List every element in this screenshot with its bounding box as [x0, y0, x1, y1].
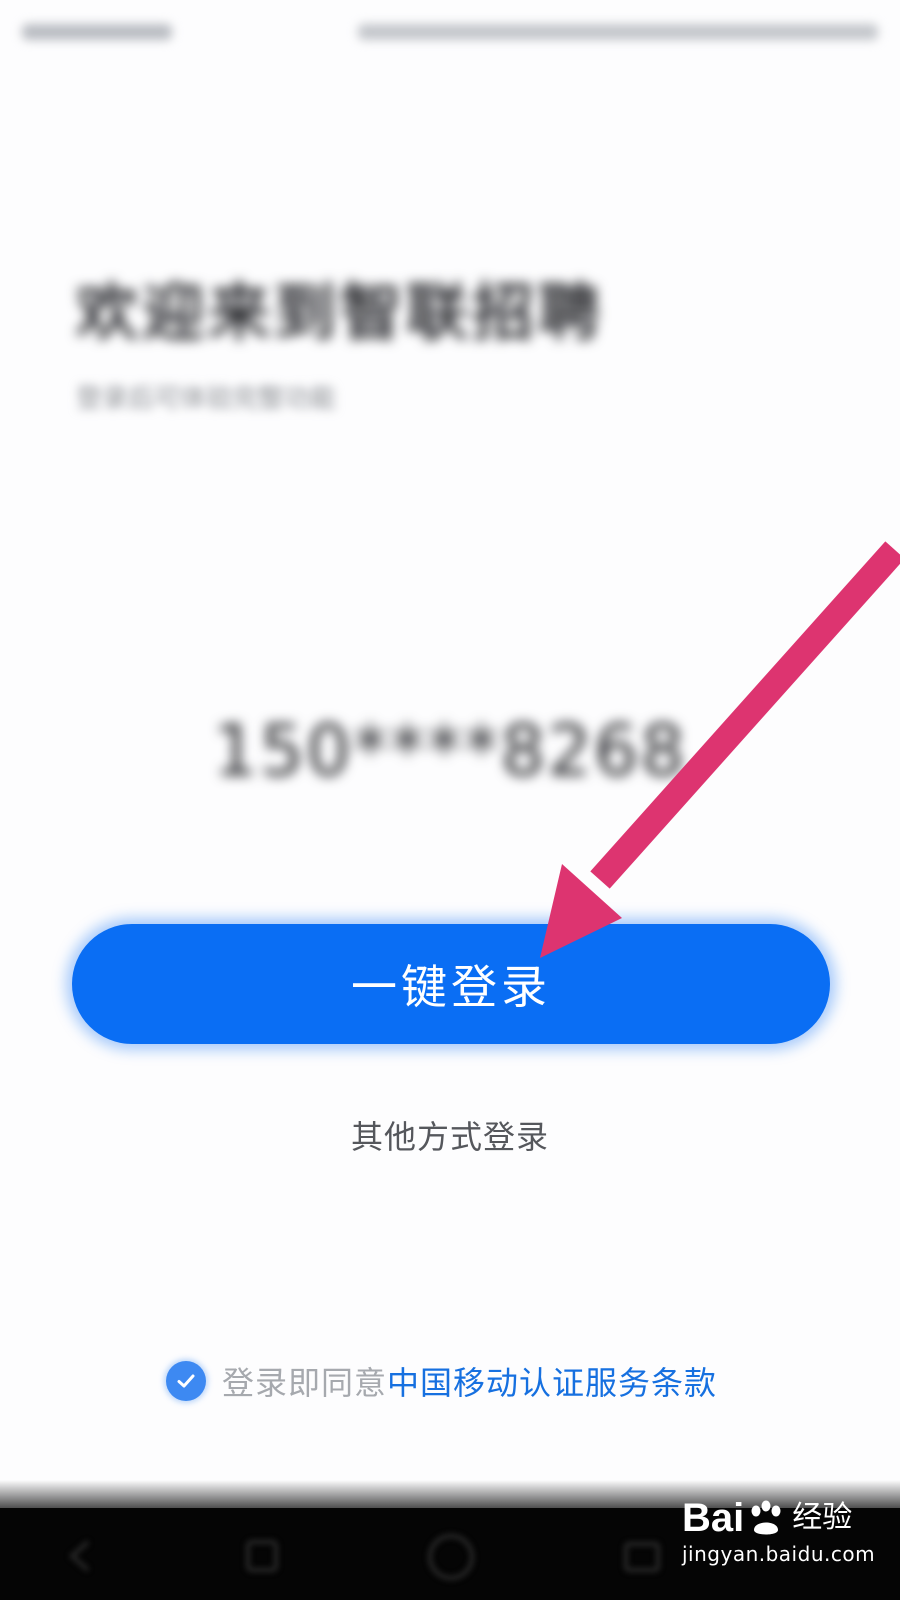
- nav-menu-icon[interactable]: [620, 1534, 664, 1578]
- other-login-methods-link[interactable]: 其他方式登录: [0, 1112, 900, 1158]
- status-bar-indicators: [358, 24, 878, 40]
- terms-of-service-link[interactable]: 中国移动认证服务条款: [387, 1358, 717, 1404]
- status-bar: [22, 10, 878, 50]
- login-screen: 欢迎来到智联招聘 登录后可体验完整功能 150****8268 一键登录 其他方…: [0, 0, 900, 1600]
- nav-recent-apps-icon[interactable]: [240, 1534, 284, 1578]
- watermark-brand-left: Bai: [682, 1496, 745, 1540]
- baidu-paw-icon: [751, 1500, 781, 1535]
- watermark-url: jingyan.baidu.com: [682, 1542, 876, 1566]
- agreement-checkbox[interactable]: [166, 1361, 206, 1401]
- status-bar-carrier: [22, 24, 172, 40]
- agreement-prefix-text: 登录即同意: [222, 1364, 388, 1402]
- baidu-jingyan-watermark: Bai 经验 jingyan.baidu.com: [682, 1496, 876, 1576]
- agreement-row: 登录即同意 中国移动认证服务条款: [166, 1356, 717, 1406]
- one-key-login-button[interactable]: 一键登录: [72, 924, 830, 1044]
- welcome-subtitle: 登录后可体验完整功能: [76, 384, 337, 414]
- masked-phone-number: 150****8268: [213, 710, 687, 792]
- baidu-logo: Bai 经验: [682, 1496, 872, 1540]
- watermark-brand-right: 经验: [792, 1501, 853, 1534]
- nav-back-icon[interactable]: [60, 1534, 104, 1578]
- welcome-title: 欢迎来到智联招聘: [76, 276, 605, 349]
- nav-home-icon[interactable]: [428, 1534, 474, 1580]
- checkmark-icon: [177, 1374, 195, 1388]
- one-key-login-label: 一键登录: [351, 960, 551, 1014]
